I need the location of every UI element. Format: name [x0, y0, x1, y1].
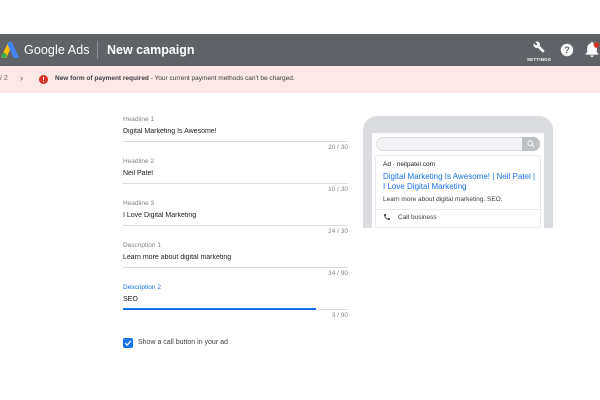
phone-icon — [384, 214, 390, 220]
description-1-field[interactable]: Description 1 34 / 90 — [123, 242, 348, 284]
headline-3-field[interactable]: Headline 3 24 / 30 — [123, 200, 348, 242]
field-underline — [123, 225, 348, 226]
field-underline — [123, 267, 348, 268]
top-app-bar: Google Ads New campaign SETTINGS ? — [0, 34, 600, 66]
preview-search-bar — [376, 137, 540, 151]
product-name[interactable]: Google Ads — [24, 43, 90, 57]
notification-bell-icon[interactable] — [584, 42, 600, 58]
google-ads-logo-icon — [1, 42, 19, 58]
preview-screen: Ad · neilpatel.com Digital Marketing Is … — [372, 133, 544, 228]
description-2-char-count: 3 / 90 — [331, 312, 348, 319]
svg-text:?: ? — [564, 45, 570, 55]
ad-description: Learn more about digital marketing. SEO. — [383, 196, 503, 203]
mobile-ad-preview: Ad · neilpatel.com Digital Marketing Is … — [363, 116, 553, 228]
headline-3-input[interactable] — [123, 212, 348, 219]
call-business-label: Call business — [398, 214, 437, 221]
field-underline-focused — [123, 308, 316, 310]
description-1-input[interactable] — [123, 254, 348, 261]
settings-label: SETTINGS — [526, 57, 552, 62]
headline-1-input[interactable] — [123, 128, 348, 135]
help-icon[interactable]: ? — [560, 43, 574, 57]
headline-3-label: Headline 3 — [123, 200, 155, 207]
headline-2-field[interactable]: Headline 2 10 / 30 — [123, 158, 348, 200]
ad-preview-card: Ad · neilpatel.com Digital Marketing Is … — [375, 155, 541, 228]
headline-2-label: Headline 2 — [123, 158, 155, 165]
alert-message-detail: - Your current payment methods can't be … — [148, 75, 295, 82]
call-button-label[interactable]: Show a call button in your ad — [138, 339, 228, 346]
headline-1-label: Headline 1 — [123, 116, 155, 123]
preview-search-button — [522, 137, 540, 151]
google-ads-new-campaign: Google Ads New campaign SETTINGS ? / 2 ›… — [0, 0, 600, 400]
search-icon — [527, 140, 535, 148]
field-underline — [123, 183, 348, 184]
call-button-checkbox[interactable] — [123, 338, 133, 348]
ad-url-label: Ad · neilpatel.com — [383, 161, 436, 168]
ad-headline-link: Digital Marketing Is Awesome! | Neil Pat… — [383, 172, 536, 191]
alert-pager: / 2 — [0, 75, 8, 82]
headline-3-char-count: 24 / 30 — [328, 228, 348, 235]
wrench-icon — [533, 41, 545, 53]
settings-button[interactable]: SETTINGS — [526, 39, 552, 65]
payment-alert-banner: / 2 › New form of payment required - You… — [0, 66, 600, 93]
headline-1-char-count: 20 / 30 — [328, 144, 348, 151]
page-title: New campaign — [107, 43, 195, 57]
alert-next-button[interactable]: › — [20, 73, 23, 83]
field-underline — [123, 141, 348, 142]
description-1-char-count: 34 / 90 — [328, 270, 348, 277]
checkmark-icon — [124, 340, 132, 347]
error-icon — [39, 75, 48, 84]
alert-message-title: New form of payment required — [55, 75, 149, 82]
header-divider — [97, 41, 98, 59]
ad-divider — [376, 209, 540, 210]
description-2-field[interactable]: Description 2 3 / 90 — [123, 284, 348, 326]
description-1-label: Description 1 — [123, 242, 161, 249]
alert-message: New form of payment required - Your curr… — [55, 75, 295, 82]
headline-2-input[interactable] — [123, 170, 348, 177]
description-2-input[interactable] — [123, 296, 348, 303]
description-2-label: Description 2 — [123, 284, 161, 291]
headline-2-char-count: 10 / 30 — [328, 186, 348, 193]
headline-1-field[interactable]: Headline 1 20 / 30 — [123, 116, 348, 158]
